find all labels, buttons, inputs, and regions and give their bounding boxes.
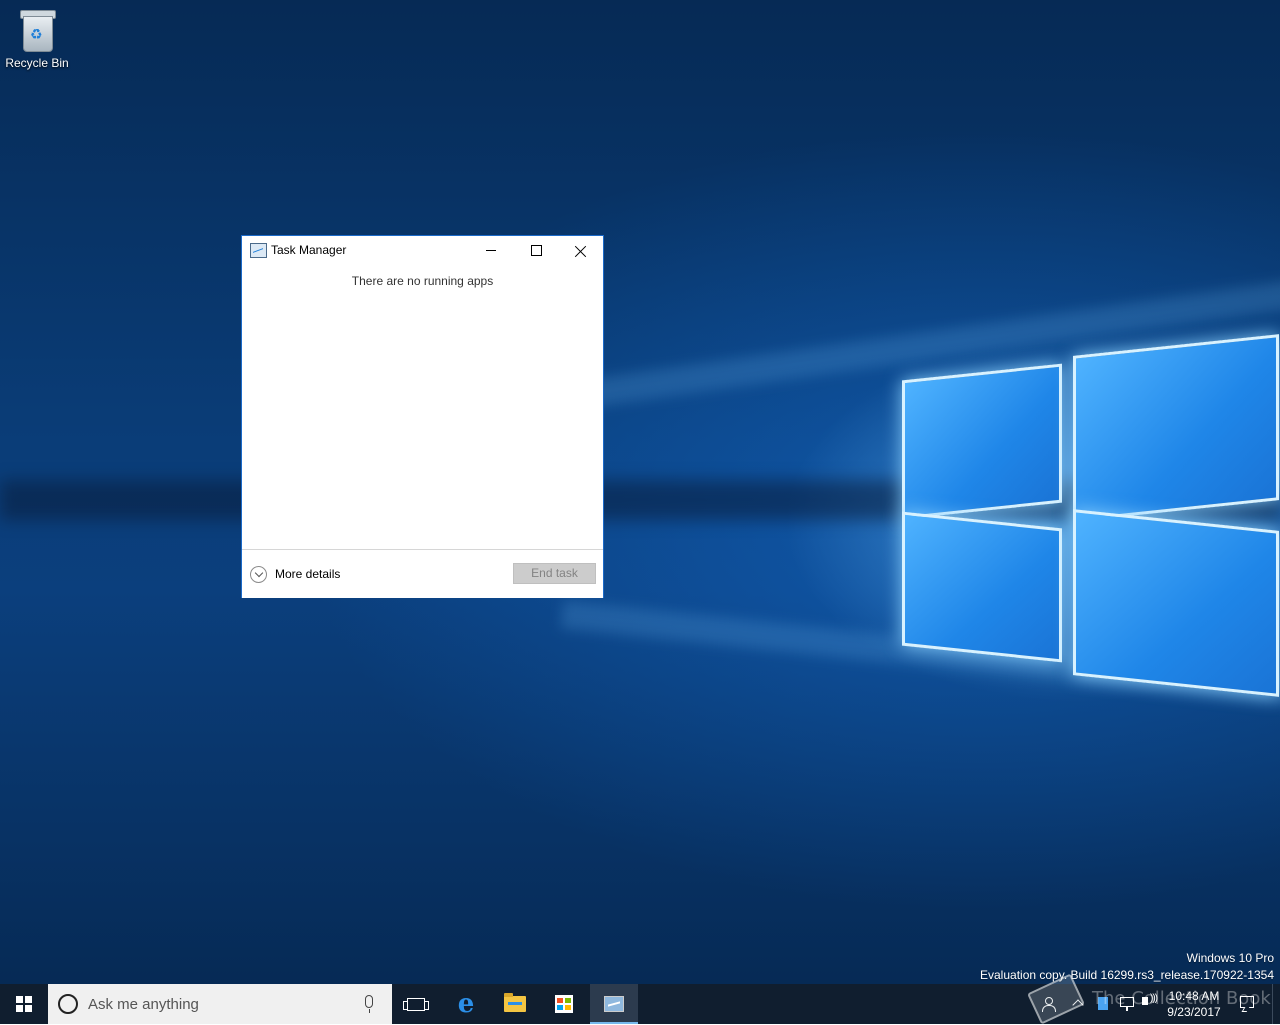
task-manager-icon bbox=[604, 996, 624, 1012]
end-task-button[interactable]: End task bbox=[513, 563, 596, 584]
edge-button[interactable]: e bbox=[442, 984, 490, 1024]
clock[interactable]: 10:48 AM 9/23/2017 bbox=[1160, 988, 1228, 1020]
more-details-button[interactable]: More details bbox=[250, 564, 340, 584]
defender-icon[interactable] bbox=[1098, 997, 1108, 1010]
watermark-edition: Windows 10 Pro bbox=[1186, 951, 1274, 965]
file-explorer-icon bbox=[504, 993, 526, 1012]
taskbar-task-manager-button[interactable] bbox=[590, 984, 638, 1024]
empty-apps-message: There are no running apps bbox=[351, 274, 494, 288]
logo-pane bbox=[1073, 509, 1279, 697]
task-manager-footer: More details End task bbox=[242, 549, 603, 598]
store-button[interactable] bbox=[540, 984, 588, 1024]
network-icon[interactable] bbox=[1120, 997, 1134, 1011]
show-desktop-button[interactable] bbox=[1272, 984, 1280, 1024]
system-tray: 10:48 AM 9/23/2017 bbox=[1036, 984, 1280, 1024]
chevron-up-icon[interactable] bbox=[1072, 999, 1084, 1011]
maximize-icon bbox=[530, 245, 542, 256]
logo-pane bbox=[902, 511, 1062, 663]
minimize-button[interactable] bbox=[468, 236, 514, 265]
action-center-icon[interactable] bbox=[1240, 996, 1254, 1008]
windows-logo-icon bbox=[16, 996, 32, 1012]
task-view-icon bbox=[403, 997, 429, 1011]
file-explorer-button[interactable] bbox=[491, 984, 539, 1024]
close-icon bbox=[575, 245, 587, 257]
cortana-icon bbox=[58, 994, 78, 1014]
people-icon[interactable] bbox=[1042, 997, 1056, 1012]
chevron-down-icon bbox=[250, 565, 267, 583]
task-manager-window[interactable]: Task Manager There are no running apps M… bbox=[241, 235, 604, 598]
start-button[interactable] bbox=[0, 984, 48, 1024]
cortana-search-box[interactable]: Ask me anything bbox=[48, 984, 392, 1024]
recycle-bin-icon: ♻ bbox=[17, 8, 57, 52]
logo-pane bbox=[902, 363, 1062, 520]
clock-date: 9/23/2017 bbox=[1167, 1005, 1221, 1019]
maximize-button[interactable] bbox=[513, 236, 559, 265]
store-icon bbox=[555, 995, 573, 1013]
window-title: Task Manager bbox=[271, 243, 347, 257]
title-bar[interactable]: Task Manager bbox=[242, 236, 603, 265]
minimize-icon bbox=[486, 250, 496, 251]
task-view-button[interactable] bbox=[392, 984, 440, 1024]
desktop: ♻ Recycle Bin Windows 10 Pro Evaluation … bbox=[0, 0, 1280, 984]
task-manager-icon bbox=[250, 243, 267, 258]
desktop-icon-recycle-bin[interactable]: ♻ Recycle Bin bbox=[4, 8, 70, 70]
more-details-label: More details bbox=[275, 567, 341, 581]
volume-icon[interactable] bbox=[1142, 993, 1157, 1005]
watermark-build: Evaluation copy. Build 16299.rs3_release… bbox=[980, 968, 1274, 982]
logo-pane bbox=[1073, 334, 1279, 522]
windows-watermark: Windows 10 Pro Evaluation copy. Build 16… bbox=[980, 950, 1274, 984]
microphone-icon[interactable] bbox=[365, 995, 373, 1013]
desktop-icon-label: Recycle Bin bbox=[5, 56, 69, 70]
search-placeholder: Ask me anything bbox=[88, 996, 199, 1013]
edge-icon: e bbox=[457, 989, 475, 1019]
close-button[interactable] bbox=[558, 236, 604, 265]
taskbar: Ask me anything e 10:48 AM 9/23/2017 bbox=[0, 984, 1280, 1024]
clock-time: 10:48 AM bbox=[1168, 989, 1220, 1003]
